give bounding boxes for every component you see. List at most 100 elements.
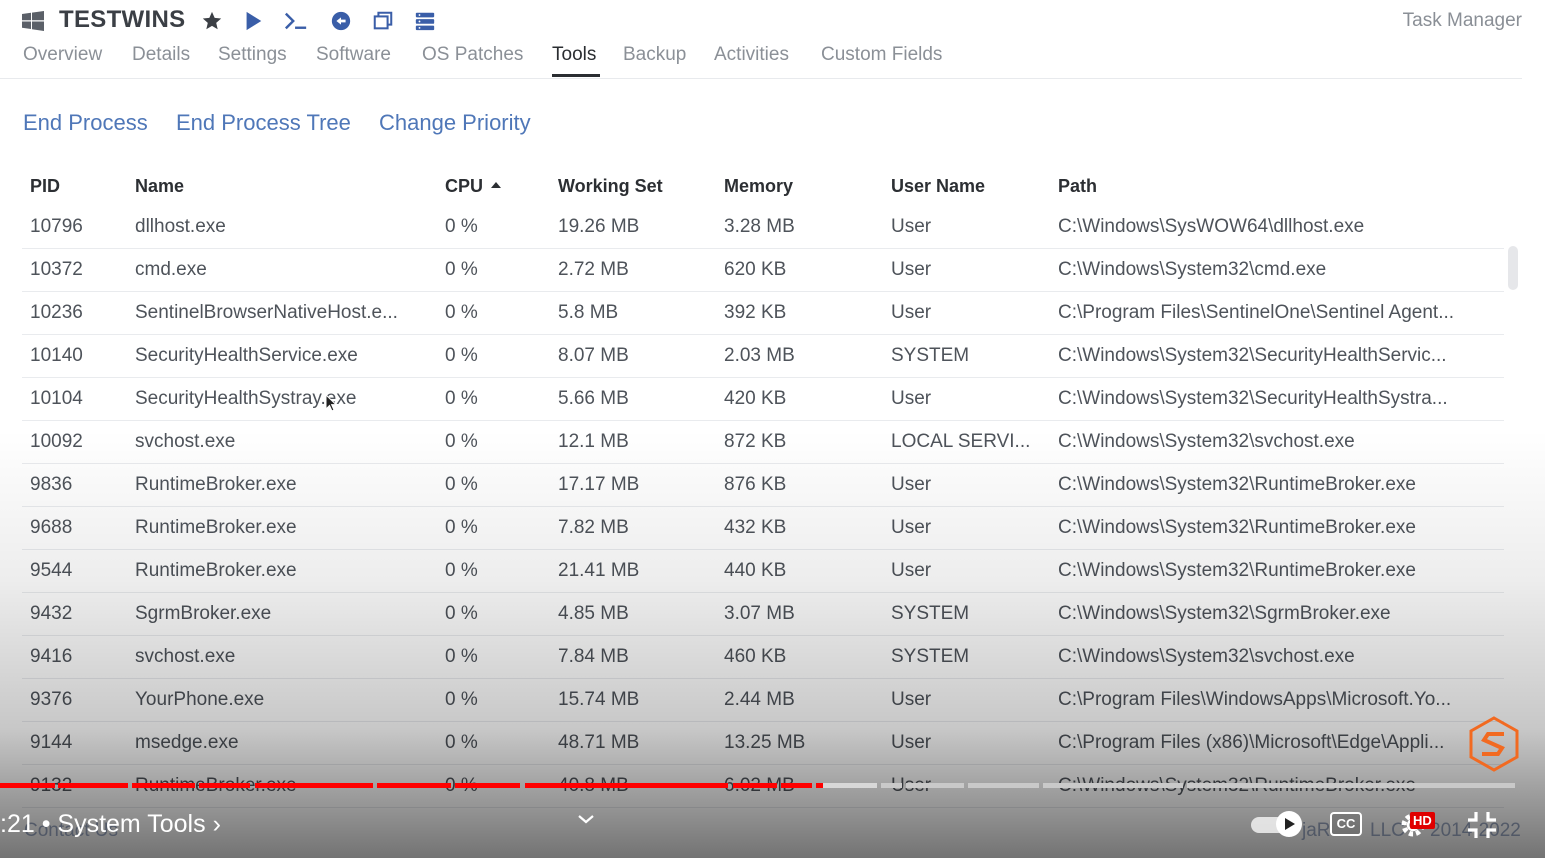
table-row[interactable]: 9544 RuntimeBroker.exe 0 % 21.41 MB 440 KB Us… [22,550,1504,593]
cell-name: RuntimeBroker.exe [135,560,297,581]
chapter-title[interactable]: :21 • System Tools › [0,810,221,839]
cell-path: C:\Program Files\WindowsApps\Microsoft.Y… [1058,689,1452,710]
cell-memory: 3.28 MB [724,216,795,237]
end-process-tree-link[interactable]: End Process Tree [176,110,351,136]
table-row[interactable]: 10092 svchost.exe 0 % 12.1 MB 872 KB LOCAL SE… [22,421,1504,464]
cell-cpu: 0 % [445,474,478,495]
cell-user-name: User [891,216,932,237]
video-controls: Contact Us :21 • System Tools › jaR LLC … [0,790,1545,858]
autoplay-toggle-icon[interactable] [1250,810,1308,838]
table-row[interactable]: 9432 SgrmBroker.exe 0 % 4.85 MB 3.07 MB SYSTE… [22,593,1504,636]
video-progress-bar[interactable] [0,783,1515,789]
cell-memory: 872 KB [724,431,787,452]
chevron-down-icon[interactable] [576,812,596,826]
tab-overview[interactable]: Overview [23,44,102,66]
table-scrollbar[interactable] [1508,246,1518,290]
progress-unplayed-segment [881,783,902,788]
table-row[interactable]: 9416 svchost.exe 0 % 7.84 MB 460 KB SYSTEM C:\… [22,636,1504,679]
terminal-icon[interactable] [284,9,308,33]
star-icon[interactable] [200,9,224,33]
column-header-memory[interactable]: Memory [724,176,793,197]
cell-name: msedge.exe [135,732,239,753]
cell-pid: 10796 [30,216,83,237]
closed-captions-icon[interactable]: CC [1330,812,1362,836]
cell-working-set: 2.72 MB [558,259,629,280]
cell-user-name: User [891,517,932,538]
chapter-title-label: :21 • System Tools [0,810,206,838]
server-icon[interactable] [413,9,437,33]
cell-name: SecurityHealthSystray.exe [135,388,357,409]
windows-logo-icon [22,11,44,31]
progress-unplayed-segment [1187,783,1515,788]
cell-memory: 432 KB [724,517,787,538]
cell-memory: 3.07 MB [724,603,795,624]
cell-path: C:\Windows\System32\svchost.exe [1058,646,1355,667]
cell-path: C:\Windows\System32\SecurityHealthServic… [1058,345,1447,366]
cell-path: C:\Program Files\SentinelOne\Sentinel Ag… [1058,302,1455,323]
tab-software[interactable]: Software [316,44,391,66]
sort-ascending-icon [491,182,502,189]
remote-icon[interactable] [329,9,353,33]
tab-os-patches[interactable]: OS Patches [422,44,523,66]
cell-name: SentinelBrowserNativeHost.e... [135,302,398,323]
column-header-cpu-label: CPU [445,176,484,196]
cell-path: C:\Windows\System32\cmd.exe [1058,259,1327,280]
tab-settings[interactable]: Settings [218,44,287,66]
column-header-user-name[interactable]: User Name [891,176,985,197]
table-row[interactable]: 10104 SecurityHealthSystray.exe 0 % 5.66 MB… [22,378,1504,421]
cell-cpu: 0 % [445,431,478,452]
cell-cpu: 0 % [445,388,478,409]
cell-user-name: User [891,388,932,409]
cell-memory: 2.03 MB [724,345,795,366]
cell-user-name: User [891,302,932,323]
table-row[interactable]: 10236 SentinelBrowserNativeHost.e... 0 % 5.… [22,292,1504,335]
change-priority-link[interactable]: Change Priority [379,110,531,136]
table-row[interactable]: 9144 msedge.exe 0 % 48.71 MB 13.25 MB User C:\… [22,722,1504,765]
cell-path: C:\Windows\SysWOW64\dllhost.exe [1058,216,1365,237]
progress-played-segment [58,783,128,788]
end-process-link[interactable]: End Process [23,110,148,136]
cell-working-set: 48.71 MB [558,732,640,753]
play-icon[interactable] [241,9,265,33]
cell-name: SecurityHealthService.exe [135,345,358,366]
cell-memory: 440 KB [724,560,787,581]
cell-path: C:\Windows\System32\SecurityHealthSystra… [1058,388,1448,409]
column-header-working-set[interactable]: Working Set [558,176,663,197]
tab-tools[interactable]: Tools [552,44,596,66]
cell-working-set: 4.85 MB [558,603,629,624]
cell-name: RuntimeBroker.exe [135,517,297,538]
window-icon[interactable] [371,9,395,33]
table-row[interactable]: 9688 RuntimeBroker.exe 0 % 7.82 MB 432 KB Use… [22,507,1504,550]
tab-activities[interactable]: Activities [714,44,789,66]
tab-custom-fields[interactable]: Custom Fields [821,44,942,66]
column-header-path[interactable]: Path [1058,176,1097,197]
mouse-cursor-icon [325,394,337,412]
cell-pid: 10236 [30,302,83,323]
cell-user-name: User [891,474,932,495]
cell-path: C:\Program Files (x86)\Microsoft\Edge\Ap… [1058,732,1445,753]
cell-pid: 10092 [30,431,83,452]
table-row[interactable]: 10140 SecurityHealthService.exe 0 % 8.07 MB… [22,335,1504,378]
cell-name: svchost.exe [135,431,236,452]
process-actions: End Process End Process Tree Change Prio… [0,108,1545,140]
tab-backup[interactable]: Backup [623,44,686,66]
table-row[interactable]: 10372 cmd.exe 0 % 2.72 MB 620 KB User C:\Windo… [22,249,1504,292]
column-header-pid[interactable]: PID [30,176,60,197]
cell-name: svchost.exe [135,646,236,667]
cell-cpu: 0 % [445,646,478,667]
cell-pid: 9544 [30,560,73,581]
column-header-name[interactable]: Name [135,176,184,197]
progress-unplayed-segment [906,783,964,788]
tab-details[interactable]: Details [132,44,190,66]
cell-user-name: User [891,689,932,710]
cell-path: C:\Windows\System32\RuntimeBroker.exe [1058,517,1416,538]
cell-path: C:\Windows\System32\RuntimeBroker.exe [1058,474,1416,495]
column-header-cpu[interactable]: CPU [445,176,502,197]
table-row[interactable]: 10796 dllhost.exe 0 % 19.26 MB 3.28 MB User C:… [22,206,1504,249]
progress-played-segment [255,783,373,788]
table-row[interactable]: 9376 YourPhone.exe 0 % 15.74 MB 2.44 MB User C… [22,679,1504,722]
brand-logo-icon [1469,716,1519,772]
exit-fullscreen-icon[interactable] [1466,810,1498,840]
cell-name: cmd.exe [135,259,207,280]
table-row[interactable]: 9836 RuntimeBroker.exe 0 % 17.17 MB 876 KB Us… [22,464,1504,507]
